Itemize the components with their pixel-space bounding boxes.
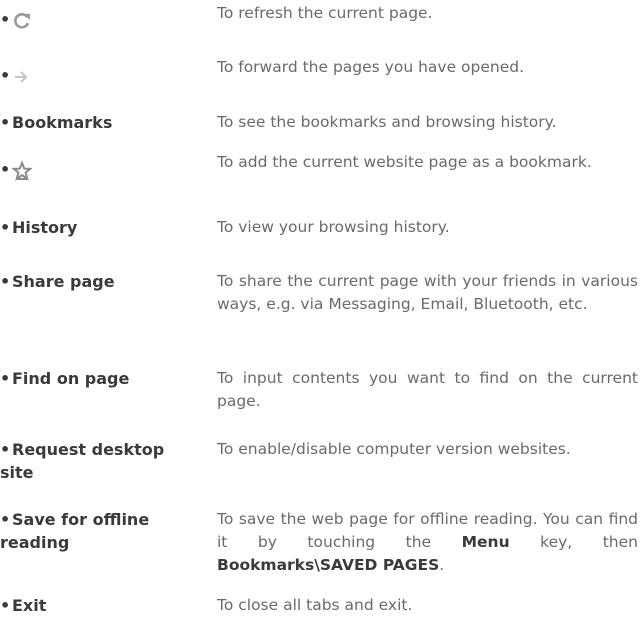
term-label: Share page xyxy=(12,272,115,291)
desc-text: key, then xyxy=(509,533,638,551)
refresh-icon xyxy=(12,11,32,31)
bullet: • xyxy=(0,10,11,29)
description: To view your browsing history. xyxy=(217,218,450,236)
description: To see the bookmarks and browsing histor… xyxy=(217,113,557,131)
term: • Save for offline reading xyxy=(0,508,200,554)
term: • History xyxy=(0,216,200,239)
term-label-continued: reading xyxy=(0,533,70,552)
bullet: • xyxy=(0,66,11,85)
bullet: • xyxy=(0,160,11,179)
description: To share the current page with your frie… xyxy=(217,272,638,313)
description: To save the web page for offline reading… xyxy=(217,508,638,577)
bullet: • xyxy=(0,596,11,615)
term: • Share page xyxy=(0,270,200,293)
term: • Find on page xyxy=(0,367,200,390)
bullet: • xyxy=(0,510,11,529)
description: To enable/disable computer version websi… xyxy=(217,440,571,458)
bullet: • xyxy=(0,440,11,459)
description: To forward the pages you have opened. xyxy=(217,58,525,76)
term: • Bookmarks xyxy=(0,111,200,134)
star-bookmark-icon xyxy=(12,160,32,181)
term: • Exit xyxy=(0,594,200,617)
description: To refresh the current page. xyxy=(217,4,433,22)
saved-pages-path: Bookmarks\SAVED PAGES xyxy=(217,556,440,574)
term: • xyxy=(0,158,200,181)
term: • Request desktop site xyxy=(0,438,200,484)
description: To input contents you want to find on th… xyxy=(217,369,638,410)
term-label: Find on page xyxy=(12,369,130,388)
term-label: Bookmarks xyxy=(12,113,113,132)
term-label: History xyxy=(12,218,78,237)
bullet: • xyxy=(0,113,11,132)
term: • xyxy=(0,64,200,87)
desc-text: . xyxy=(439,556,445,574)
bullet: • xyxy=(0,218,11,237)
term-label-continued: site xyxy=(0,463,34,482)
forward-arrow-icon xyxy=(12,68,30,86)
term-label: Request desktop xyxy=(12,440,165,459)
menu-key-label: Menu xyxy=(461,533,510,551)
description: To close all tabs and exit. xyxy=(217,596,413,614)
term-label: Save for offline xyxy=(12,510,150,529)
description: To add the current website page as a boo… xyxy=(217,153,592,171)
bullet: • xyxy=(0,272,11,291)
term: • xyxy=(0,8,200,31)
term-label: Exit xyxy=(12,596,47,615)
bullet: • xyxy=(0,369,11,388)
